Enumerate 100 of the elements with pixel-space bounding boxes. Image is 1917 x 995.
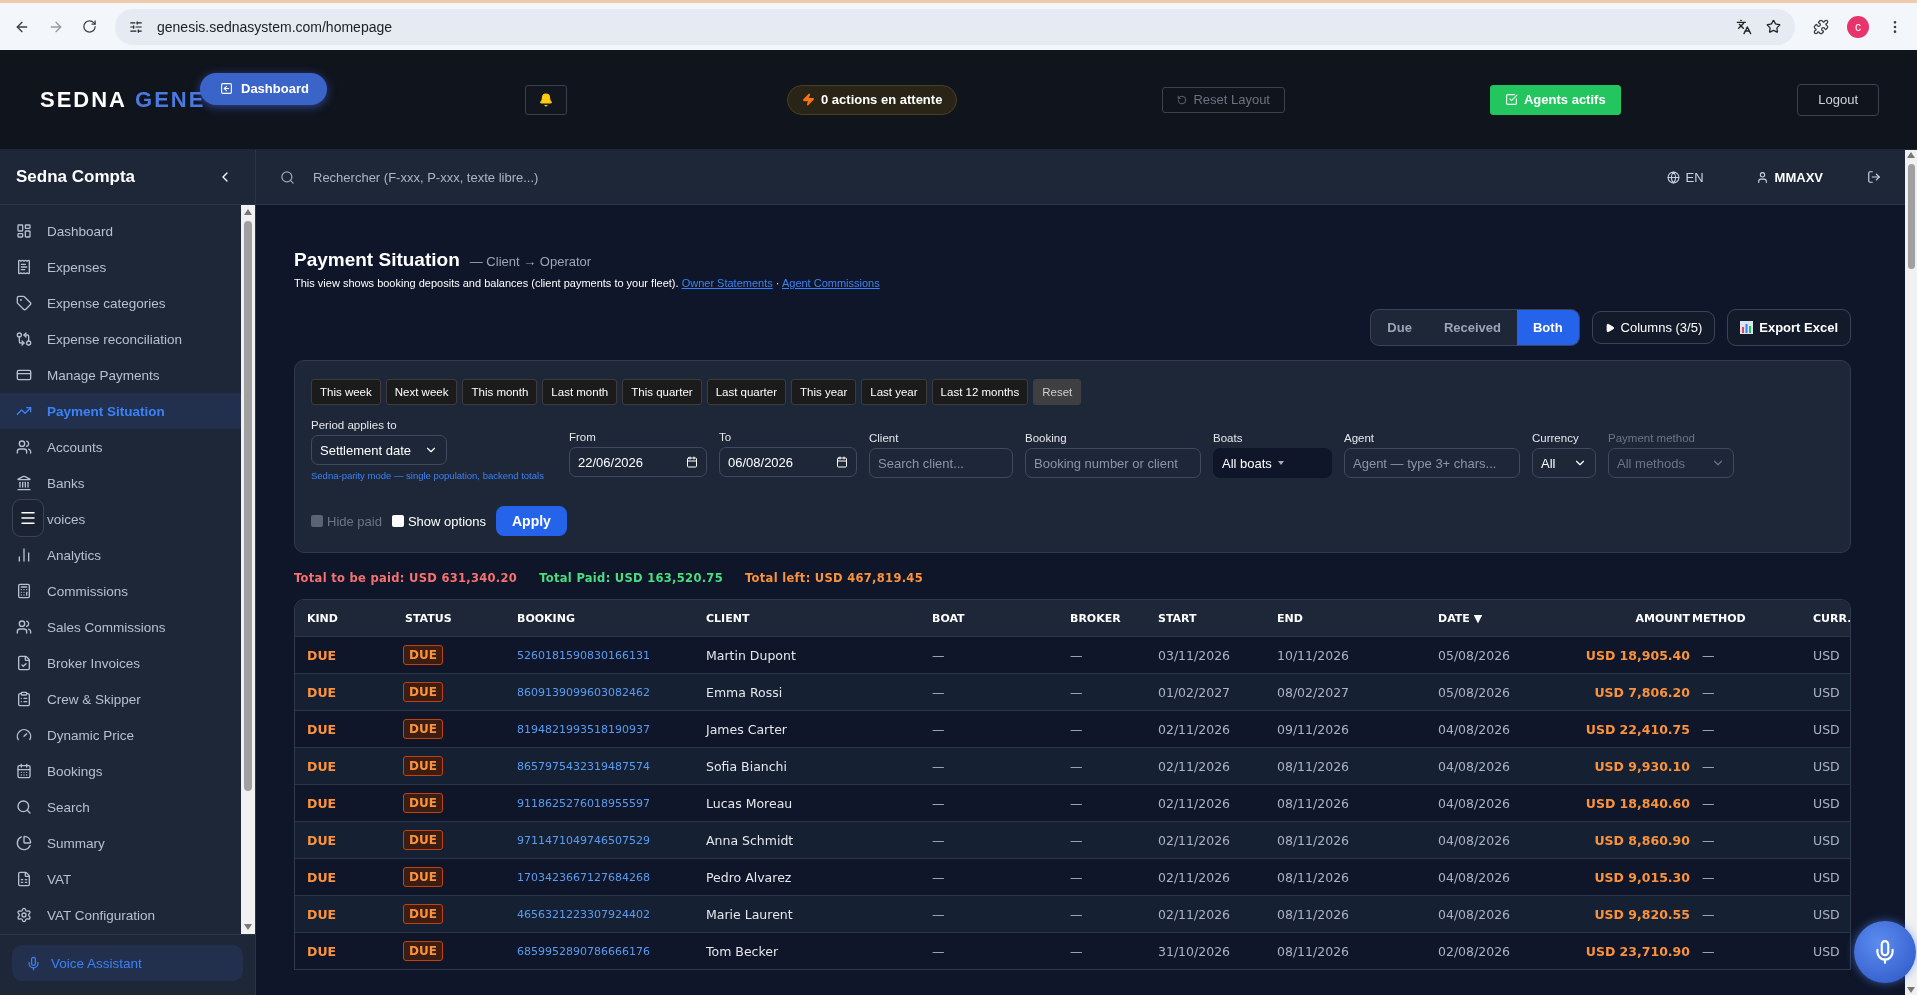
columns-button[interactable]: Columns (3/5) xyxy=(1591,311,1716,344)
column-header[interactable]: AMOUNT xyxy=(1555,611,1690,625)
notifications-button[interactable] xyxy=(525,84,567,115)
column-header[interactable]: BOOKING xyxy=(515,611,704,625)
period-button[interactable]: This year xyxy=(791,379,857,405)
extensions-icon[interactable] xyxy=(1813,18,1829,35)
booking-link[interactable]: 9118625276018955597 xyxy=(515,796,704,810)
sidebar-item[interactable]: Banks xyxy=(0,465,241,501)
sidebar-item[interactable]: Manage Payments xyxy=(0,357,241,393)
column-header[interactable]: DATE ▼ xyxy=(1436,611,1555,625)
table-row[interactable]: DUE DUE 9711471049746507529 Anna Schmidt — — 02/11/2026 08/11/2026 04/08/2026 USD 8,860.90 — USD xyxy=(295,821,1850,858)
booking-link[interactable]: 8194821993518190937 xyxy=(515,722,704,736)
sidebar-item[interactable]: Summary xyxy=(0,825,241,861)
booking-link[interactable]: 8657975432319487574 xyxy=(515,759,704,773)
apply-button[interactable]: Apply xyxy=(496,506,567,536)
table-row[interactable]: DUE DUE 4656321223307924402 Marie Laurent — — 02/11/2026 08/11/2026 04/08/2026 USD 9,820.55 — USD xyxy=(295,895,1850,932)
translate-icon[interactable] xyxy=(1736,18,1752,35)
text-field[interactable]: Search client... xyxy=(869,448,1013,478)
booking-link[interactable]: 9711471049746507529 xyxy=(515,833,704,847)
select-field[interactable]: Settlement date xyxy=(311,435,447,465)
date-field[interactable]: 06/08/2026 xyxy=(719,447,857,477)
period-button[interactable]: Last quarter xyxy=(706,379,786,405)
column-header[interactable]: METHOD xyxy=(1690,611,1811,625)
menu-button[interactable] xyxy=(12,499,44,537)
scrollbar-thumb[interactable] xyxy=(244,221,252,791)
sidebar-item[interactable]: Bookings xyxy=(0,753,241,789)
booking-link[interactable]: 1703423667127684268 xyxy=(515,870,704,884)
booking-link[interactable]: 4656321223307924402 xyxy=(515,907,704,921)
site-settings-icon[interactable] xyxy=(129,19,143,34)
pending-actions-button[interactable]: 0 actions en attente xyxy=(787,84,958,115)
period-button[interactable]: Next week xyxy=(385,379,458,405)
logout-button[interactable]: Logout xyxy=(1797,83,1879,116)
sidebar-item[interactable]: VAT Configuration xyxy=(0,897,241,933)
dropdown[interactable]: All boats xyxy=(1213,448,1332,478)
sidebar-item[interactable]: Payment Situation xyxy=(0,393,241,429)
column-header[interactable]: CURR. xyxy=(1811,611,1850,625)
sidebar-item[interactable]: Expenses xyxy=(0,249,241,285)
column-header[interactable]: KIND xyxy=(305,611,403,625)
text-field[interactable]: Agent — type 3+ chars... xyxy=(1344,448,1520,478)
booking-link[interactable]: 5260181590830166131 xyxy=(515,648,704,662)
scroll-down-icon[interactable] xyxy=(244,924,252,930)
sidebar-item[interactable]: Expense categories xyxy=(0,285,241,321)
sidebar-item[interactable]: Dynamic Price xyxy=(0,717,241,753)
microphone-button[interactable] xyxy=(1854,921,1916,983)
period-button[interactable]: Last 12 months xyxy=(931,379,1029,405)
toggle-tab[interactable]: Both xyxy=(1517,310,1579,345)
date-field[interactable]: 22/06/2026 xyxy=(569,447,707,477)
booking-link[interactable]: 8609139099603082462 xyxy=(515,685,704,699)
booking-link[interactable]: 6859952890786666176 xyxy=(515,944,704,958)
sidebar-item[interactable]: Analytics xyxy=(0,537,241,573)
toggle-tab[interactable]: Due xyxy=(1371,310,1428,345)
period-button[interactable]: This quarter xyxy=(622,379,702,405)
scroll-up-icon[interactable] xyxy=(1907,152,1915,158)
language-selector[interactable]: EN xyxy=(1666,169,1704,185)
scroll-up-icon[interactable] xyxy=(244,209,252,215)
reset-button[interactable]: Reset xyxy=(1033,379,1082,405)
user-menu[interactable]: MMAXV xyxy=(1755,169,1823,185)
link[interactable]: Agent Commissions xyxy=(781,277,880,289)
checkbox-box[interactable] xyxy=(391,515,404,527)
bookmark-star-icon[interactable] xyxy=(1766,19,1781,34)
checkbox[interactable]: Show options xyxy=(391,513,486,529)
search-input[interactable]: Rechercher (F-xxx, P-xxx, texte libre...) xyxy=(311,168,1651,186)
period-button[interactable]: Last year xyxy=(861,379,927,405)
export-button[interactable]: Export Excel xyxy=(1727,309,1851,346)
sidebar-item[interactable]: Crew & Skipper xyxy=(0,681,241,717)
sidebar-item[interactable]: Broker Invoices xyxy=(0,645,241,681)
voice-assistant-button[interactable]: Voice Assistant xyxy=(12,945,243,981)
column-header[interactable]: BROKER xyxy=(1068,611,1156,625)
column-header[interactable]: CLIENT xyxy=(704,611,930,625)
reload-icon[interactable] xyxy=(82,19,97,34)
scroll-down-icon[interactable] xyxy=(1907,987,1915,993)
table-cell-text: — xyxy=(931,832,946,848)
text-field[interactable]: Booking number or client xyxy=(1025,448,1201,478)
reset-layout-button[interactable]: Reset Layout xyxy=(1162,86,1285,113)
sidebar-item[interactable]: VAT xyxy=(0,861,241,897)
select-field[interactable]: All xyxy=(1532,448,1596,478)
column-header[interactable]: BOAT xyxy=(930,611,1068,625)
column-header[interactable]: END xyxy=(1275,611,1436,625)
scrollbar-thumb[interactable] xyxy=(1907,164,1915,269)
address-bar[interactable]: genesis.sednasystem.com/homepage xyxy=(115,8,1795,45)
profile-avatar[interactable]: c xyxy=(1847,15,1869,38)
column-header[interactable]: STATUS xyxy=(403,611,515,625)
sidebar-item[interactable]: Accounts xyxy=(0,429,241,465)
logout-icon[interactable] xyxy=(1867,170,1881,184)
sidebar-item[interactable]: Expense reconciliation xyxy=(0,321,241,357)
table-row[interactable]: DUE DUE 8657975432319487574 Sofia Bianchi — — 02/11/2026 08/11/2026 04/08/2026 USD 9,930.10 — USD xyxy=(295,747,1850,784)
period-button[interactable]: This month xyxy=(462,379,538,405)
sidebar-item[interactable]: Search xyxy=(0,789,241,825)
sidebar-item[interactable]: Dashboard xyxy=(0,213,241,249)
period-button[interactable]: Last month xyxy=(542,379,618,405)
period-button[interactable]: This week xyxy=(311,379,381,405)
sidebar-item[interactable]: Sales Commissions xyxy=(0,609,241,645)
sidebar-item[interactable]: Commissions xyxy=(0,573,241,609)
table-cell-text: USD xyxy=(1812,832,1841,848)
link[interactable]: Owner Statements xyxy=(681,277,773,289)
scrollbar[interactable] xyxy=(241,205,255,934)
table-row[interactable]: DUE DUE 8609139099603082462 Emma Rossi — — 01/02/2027 08/02/2027 05/08/2026 USD 7,806.20 — USD xyxy=(295,673,1850,710)
column-header[interactable]: START xyxy=(1156,611,1275,625)
toggle-tab[interactable]: Received xyxy=(1427,310,1517,345)
scrollbar[interactable] xyxy=(1905,150,1917,995)
